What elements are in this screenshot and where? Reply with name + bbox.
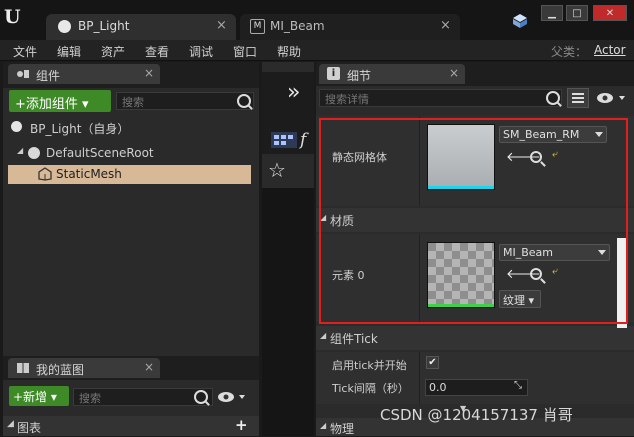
- new-button-label: +新增 ▾: [13, 390, 57, 404]
- tick-interval-input[interactable]: 0.0 ⤡: [425, 379, 528, 396]
- expand-chevron-icon[interactable]: »: [287, 80, 300, 105]
- viewport-strip: » f ☆: [262, 62, 314, 436]
- close-window-button[interactable]: ✕: [593, 5, 627, 21]
- expand-arrow-icon[interactable]: ◢: [320, 421, 326, 430]
- book-icon: [17, 363, 29, 373]
- toolbar-edge: [262, 62, 314, 72]
- title-bar: U BP_Light × M MI_Beam × ▁ □ ✕: [0, 0, 634, 40]
- tab-components-label: 组件: [36, 69, 61, 83]
- parent-class-link[interactable]: Actor: [594, 43, 626, 57]
- components-panel: +添加组件 ▾ 搜索 BP_Light（自身） ◢ DefaultSceneRo…: [3, 88, 259, 356]
- tab-my-blueprint-label: 我的蓝图: [36, 363, 85, 377]
- table-view-icon: [572, 93, 584, 103]
- close-icon[interactable]: ×: [449, 66, 459, 80]
- tab-label: BP_Light: [78, 19, 130, 33]
- my-blueprint-body: +新增 ▾ 搜索 ◢ 图表 +: [3, 380, 259, 436]
- menu-bar: 文件 编辑 资产 查看 调试 窗口 帮助 父类： Actor: [0, 40, 634, 61]
- tree-root-item[interactable]: BP_Light（自身）: [3, 118, 259, 136]
- new-button[interactable]: +新增 ▾: [9, 386, 69, 406]
- eye-visibility-icon[interactable]: [217, 390, 247, 404]
- watermark-text: CSDN @1204157137 肖哥: [380, 406, 573, 424]
- eye-visibility-icon[interactable]: [596, 91, 628, 105]
- parent-class-label: 父类：: [551, 45, 588, 59]
- tick-interval-value: 0.0: [429, 381, 447, 394]
- add-component-label: +添加组件 ▾: [15, 97, 89, 112]
- minimize-button[interactable]: ▁: [541, 5, 563, 21]
- tick-section-label: 组件Tick: [330, 332, 378, 346]
- unreal-logo-icon: U: [4, 6, 21, 28]
- menu-edit[interactable]: 编辑: [57, 43, 81, 60]
- components-search-input[interactable]: 搜索: [116, 92, 254, 110]
- close-icon[interactable]: ×: [144, 360, 154, 374]
- menu-window[interactable]: 窗口: [233, 43, 257, 60]
- expand-arrow-icon[interactable]: ◢: [320, 331, 326, 340]
- favorite-bar: ☆: [262, 154, 314, 188]
- menu-debug[interactable]: 调试: [189, 43, 213, 60]
- tree-item-scene-root[interactable]: ◢ DefaultSceneRoot: [3, 144, 259, 162]
- graph-canvas[interactable]: [262, 188, 314, 436]
- drag-resize-icon[interactable]: ⤡: [514, 380, 522, 391]
- add-component-button[interactable]: +添加组件 ▾: [9, 90, 111, 112]
- tab-details[interactable]: i 细节 ×: [319, 64, 465, 84]
- tick-interval-label: Tick间隔（秒）: [332, 382, 409, 395]
- menu-view[interactable]: 查看: [145, 43, 169, 60]
- grid-view-icon[interactable]: [271, 132, 297, 148]
- tab-my-blueprint[interactable]: 我的蓝图 ×: [8, 358, 160, 378]
- menu-asset[interactable]: 资产: [101, 43, 125, 60]
- function-f-label: f: [300, 130, 307, 150]
- actor-icon: [11, 121, 22, 132]
- info-icon: i: [327, 67, 340, 80]
- close-icon[interactable]: ×: [144, 66, 154, 80]
- tab-components[interactable]: 组件 ×: [8, 64, 160, 84]
- tick-rows: 启用tick并开始 ✔ Tick间隔（秒） 0.0 ⤡: [316, 352, 634, 404]
- tick-start-checkbox[interactable]: ✔: [426, 356, 439, 369]
- search-icon: [237, 94, 251, 108]
- search-icon: [546, 91, 560, 105]
- property-matrix-button[interactable]: [567, 88, 589, 108]
- tree-item-static-mesh[interactable]: StaticMesh: [8, 165, 251, 184]
- my-blueprint-panel: 我的蓝图 × +新增 ▾ 搜索 ◢ 图表 +: [3, 356, 259, 436]
- tick-section-header[interactable]: ◢ 组件Tick: [316, 326, 634, 350]
- search-icon: [194, 390, 208, 404]
- highlight-box: [319, 118, 628, 324]
- tree-item-label: DefaultSceneRoot: [46, 146, 154, 160]
- close-icon[interactable]: ×: [440, 18, 451, 33]
- blueprint-actor-icon: [58, 20, 71, 33]
- details-search-input[interactable]: 搜索详情: [319, 89, 562, 107]
- details-tab-strip: i 细节 ×: [316, 62, 634, 86]
- graphs-section[interactable]: ◢ 图表 +: [3, 416, 259, 436]
- tab-bp-light[interactable]: BP_Light ×: [46, 14, 236, 40]
- divider: [419, 352, 420, 404]
- search-placeholder: 搜索详情: [325, 93, 369, 106]
- scene-component-icon: [28, 147, 40, 159]
- expand-arrow-icon[interactable]: ◢: [17, 146, 23, 155]
- physics-section-label: 物理: [330, 422, 355, 436]
- star-icon[interactable]: ☆: [268, 158, 286, 182]
- graphs-section-label: 图表: [17, 421, 42, 435]
- expand-arrow-icon[interactable]: ◢: [7, 419, 14, 429]
- menu-help[interactable]: 帮助: [277, 43, 301, 60]
- source-control-icon[interactable]: [512, 13, 528, 29]
- tab-details-label: 细节: [347, 69, 372, 83]
- static-mesh-icon: [38, 167, 52, 181]
- tree-item-label: StaticMesh: [56, 167, 122, 181]
- material-instance-icon: M: [250, 19, 265, 34]
- search-placeholder: 搜索: [122, 96, 144, 109]
- tick-start-label: 启用tick并开始: [332, 359, 407, 372]
- components-tab-strip: 组件 ×: [3, 62, 259, 88]
- search-placeholder: 搜索: [79, 392, 101, 405]
- tab-mi-beam[interactable]: M MI_Beam ×: [240, 14, 460, 40]
- menu-file[interactable]: 文件: [13, 43, 37, 60]
- components-icon: [17, 70, 29, 78]
- tab-label: MI_Beam: [270, 19, 325, 33]
- add-graph-button[interactable]: +: [235, 416, 248, 434]
- close-icon[interactable]: ×: [216, 18, 227, 33]
- tree-root-label: BP_Light（自身）: [30, 122, 130, 136]
- blueprint-search-input[interactable]: 搜索: [73, 388, 213, 406]
- maximize-button[interactable]: □: [566, 5, 588, 21]
